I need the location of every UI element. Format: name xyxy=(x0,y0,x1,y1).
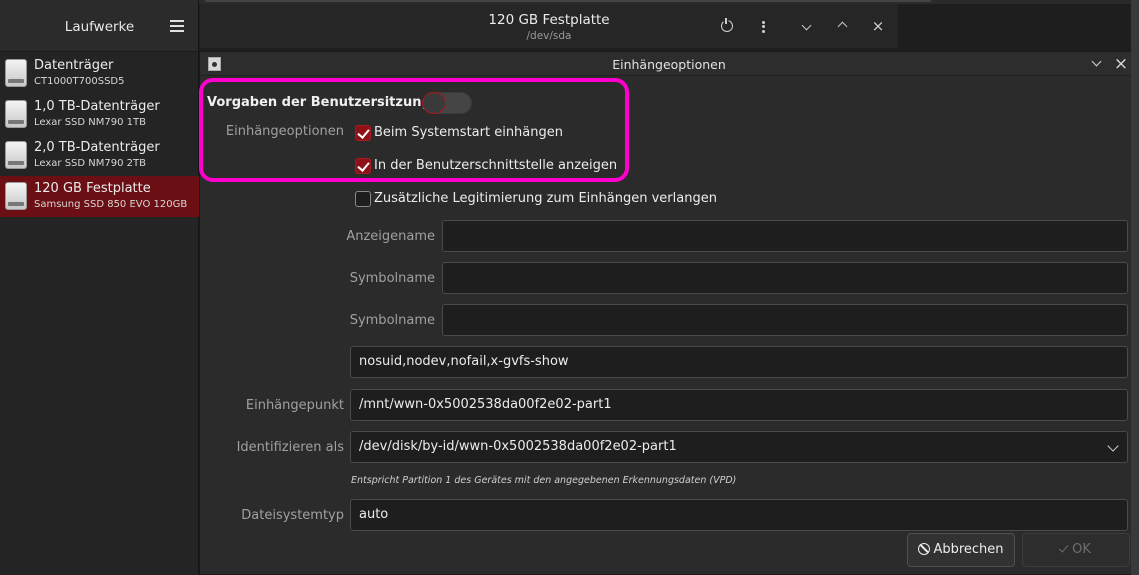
chevron-down-icon xyxy=(801,20,811,31)
fs-type-label: Dateisystemtyp xyxy=(241,508,344,523)
cancel-button[interactable]: Abbrechen xyxy=(907,533,1015,567)
drive-item[interactable]: Datenträger CT1000T700SSD5 xyxy=(0,53,199,94)
drive-item-selected[interactable]: 120 GB Festplatte Samsung SSD 850 EVO 12… xyxy=(0,176,199,217)
ok-button[interactable]: OK xyxy=(1022,533,1130,567)
disk-title: 120 GB Festplatte xyxy=(488,12,610,28)
maximize-button[interactable] xyxy=(834,18,850,34)
checkbox-label: Beim Systemstart einhängen xyxy=(374,125,563,140)
drive-item[interactable]: 1,0 TB-Datenträger Lexar SSD NM790 1TB xyxy=(0,94,199,135)
mount-point-input[interactable]: /mnt/wwn-0x5002538da00f2e02-part1 xyxy=(350,389,1128,421)
drive-item[interactable]: 2,0 TB-Datenträger Lexar SSD NM790 2TB xyxy=(0,135,199,176)
disk-device-path: /dev/sda xyxy=(526,30,572,42)
dialog-minimize-button[interactable] xyxy=(1087,55,1105,73)
session-defaults-label: Vorgaben der Benutzersitzung xyxy=(207,95,431,110)
cancel-label: Abbrechen xyxy=(933,542,1004,557)
close-icon: × xyxy=(871,17,885,35)
chevron-down-icon xyxy=(1107,440,1119,452)
drive-model: Lexar SSD NM790 1TB xyxy=(34,117,146,128)
toggle-knob xyxy=(422,92,446,114)
display-name-input[interactable] xyxy=(442,220,1128,252)
symbolic-icon-input[interactable] xyxy=(442,304,1128,336)
identify-note: Entspricht Partition 1 des Gerätes mit d… xyxy=(351,475,737,486)
close-icon: × xyxy=(1113,54,1129,74)
chevron-down-icon xyxy=(1091,56,1101,67)
dialog-close-button[interactable]: × xyxy=(1112,55,1130,73)
session-defaults-toggle[interactable] xyxy=(422,92,472,114)
symbolic-icon-label: Symbolname xyxy=(349,313,435,328)
minimize-button[interactable] xyxy=(798,18,814,34)
background-window-edge xyxy=(1131,0,1139,575)
drive-model: Samsung SSD 850 EVO 120GB xyxy=(34,199,188,210)
drive-model: Lexar SSD NM790 2TB xyxy=(34,158,146,169)
power-icon xyxy=(721,18,733,32)
mount-options-dialog: Einhängeoptionen × Vorgaben der Benutzer… xyxy=(199,51,1139,575)
display-name-label: Anzeigename xyxy=(346,229,435,244)
identify-as-label: Identifizieren als xyxy=(236,440,344,455)
drive-name: Datenträger xyxy=(34,58,114,73)
ok-label: OK xyxy=(1072,542,1091,557)
hard-disk-icon xyxy=(5,59,27,87)
mount-options-label: Einhängeoptionen xyxy=(225,124,344,139)
chevron-up-icon xyxy=(837,21,847,32)
dialog-titlebar: Einhängeoptionen × xyxy=(200,52,1138,76)
show-in-ui-checkbox[interactable] xyxy=(355,158,371,174)
fs-type-input[interactable]: auto xyxy=(350,499,1128,531)
require-auth-checkbox[interactable] xyxy=(355,191,371,207)
hard-disk-icon xyxy=(5,141,27,169)
drive-name: 1,0 TB-Datenträger xyxy=(34,99,160,114)
icon-name-input[interactable] xyxy=(442,262,1128,294)
checkbox-label: Zusätzliche Legitimierung zum Einhängen … xyxy=(374,191,717,206)
more-options-button[interactable] xyxy=(755,19,771,35)
mount-options-input[interactable]: nosuid,nodev,nofail,x-gvfs-show xyxy=(350,346,1128,378)
close-window-button[interactable]: × xyxy=(870,18,886,34)
dialog-title: Einhängeoptionen xyxy=(612,57,726,72)
icon-name-label: Symbolname xyxy=(349,271,435,286)
drives-sidebar: Laufwerke Datenträger CT1000T700SSD5 1,0… xyxy=(0,0,199,575)
identify-as-select[interactable]: /dev/disk/by-id/wwn-0x5002538da00f2e02-p… xyxy=(350,431,1128,463)
hard-disk-icon xyxy=(5,182,27,210)
sidebar-header: Laufwerke xyxy=(0,0,198,52)
menu-icon[interactable] xyxy=(170,20,184,32)
drive-model: CT1000T700SSD5 xyxy=(34,76,125,87)
drive-name: 120 GB Festplatte xyxy=(34,181,151,196)
mount-at-startup-checkbox[interactable] xyxy=(355,125,371,141)
drive-name: 2,0 TB-Datenträger xyxy=(34,140,160,155)
cancel-icon xyxy=(918,543,931,555)
checkbox-label: In der Benutzerschnittstelle anzeigen xyxy=(374,158,618,173)
hard-disk-icon xyxy=(5,100,27,128)
power-off-button[interactable] xyxy=(719,18,735,34)
identify-as-value: /dev/disk/by-id/wwn-0x5002538da00f2e02-p… xyxy=(359,439,677,454)
checkmark-icon xyxy=(1058,542,1069,553)
mount-point-label: Einhängepunkt xyxy=(245,398,344,413)
disk-header: 120 GB Festplatte /dev/sda × xyxy=(200,4,898,48)
